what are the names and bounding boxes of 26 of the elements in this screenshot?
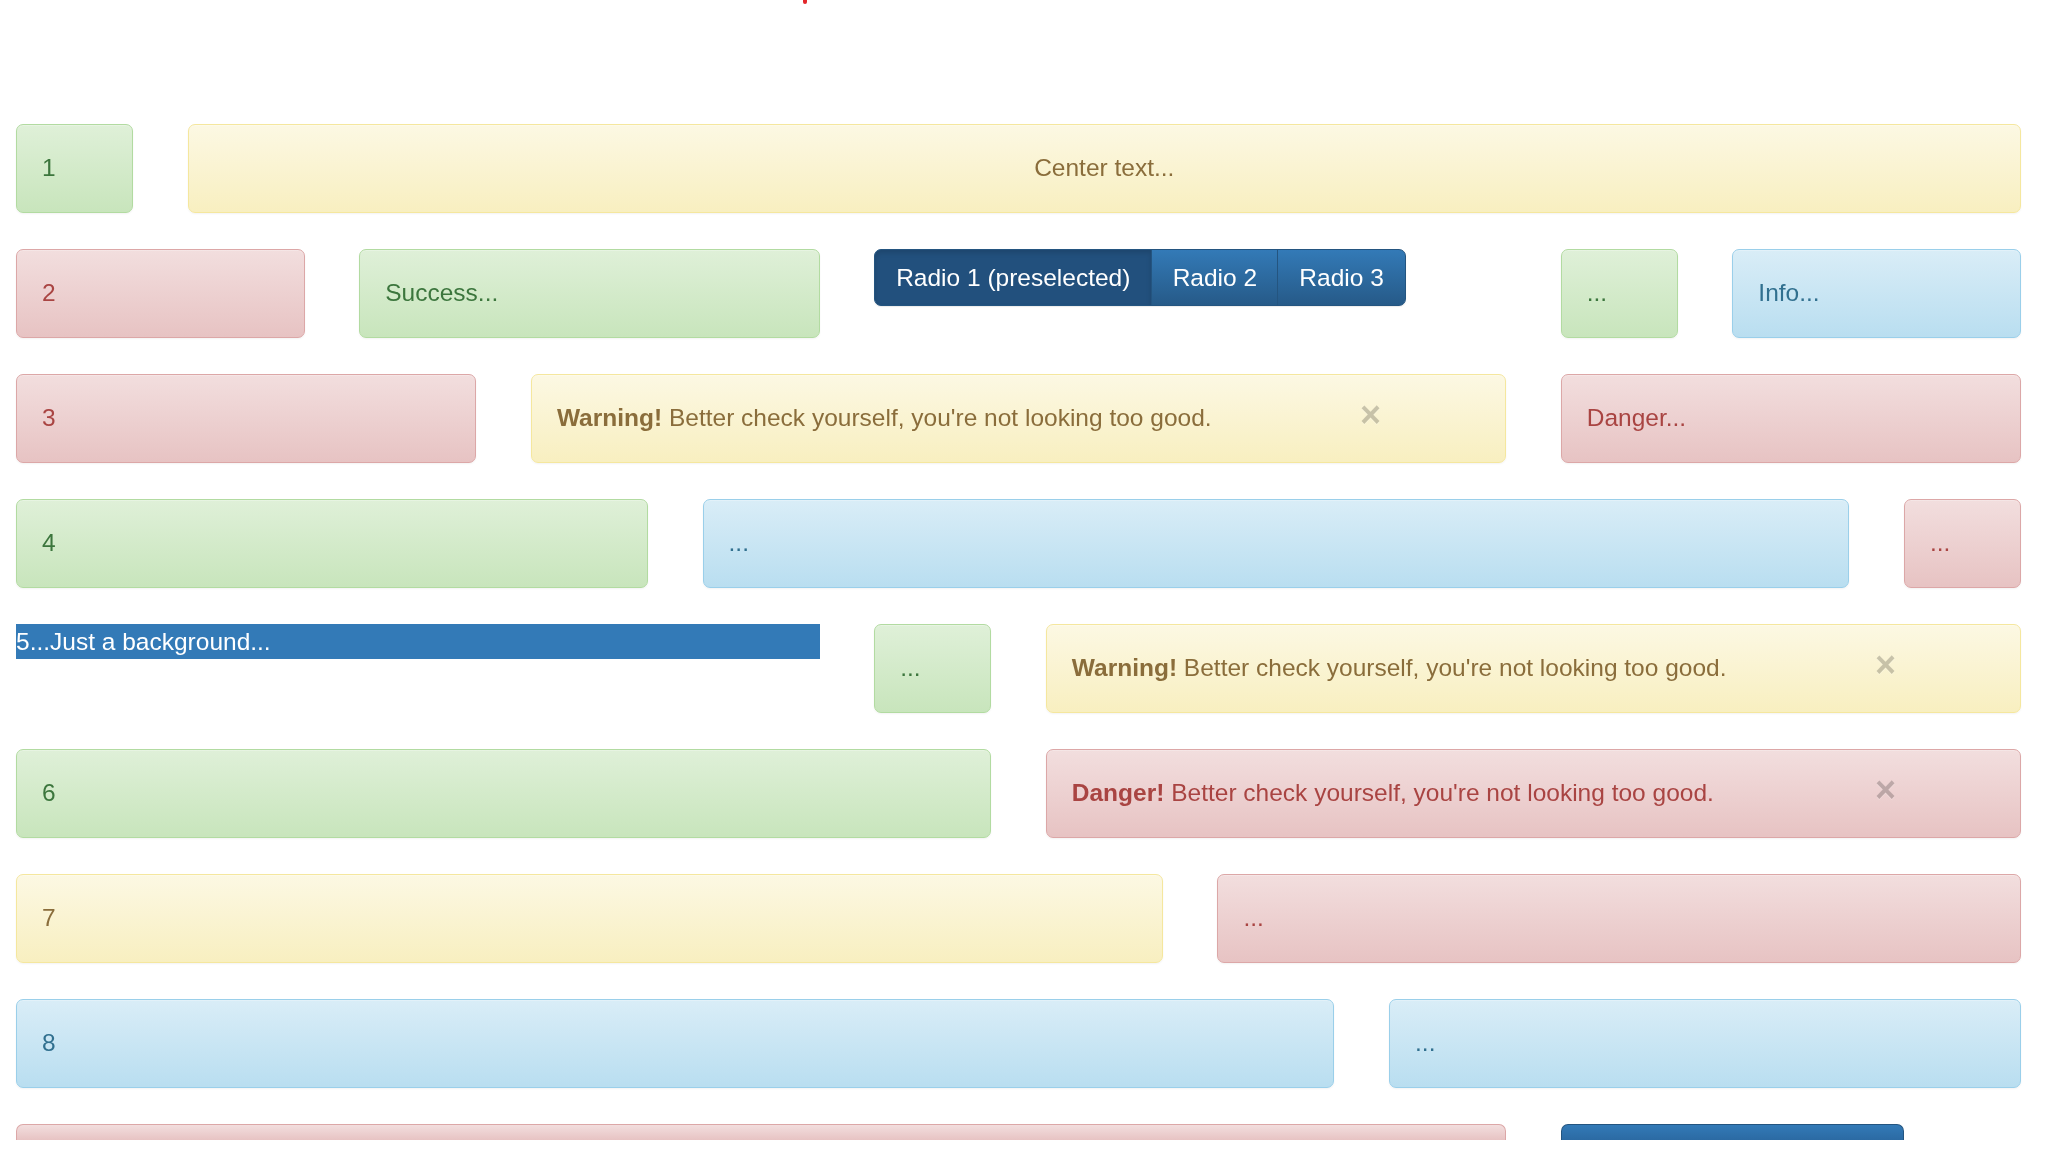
button[interactable] xyxy=(1560,1124,1904,1140)
alert: ... xyxy=(702,499,1850,588)
alert: 6 xyxy=(16,749,992,838)
alert: ... xyxy=(1560,249,1678,338)
alert: Success... xyxy=(359,249,820,338)
mark-icon xyxy=(803,0,807,4)
alert: 1 xyxy=(16,124,134,213)
alert: 4 xyxy=(16,499,648,588)
banner: 5...Just a background... xyxy=(16,624,820,659)
alert: ... xyxy=(1389,999,2021,1088)
alert-message: Warning! Better check yourself, you're not looking too good. xyxy=(556,403,1213,433)
alert: Info... xyxy=(1732,249,2021,338)
radio-button[interactable]: Radio 1 (preselected) xyxy=(874,249,1153,306)
alert: ... xyxy=(1217,874,2021,963)
alert: Danger... xyxy=(1560,374,2021,463)
radio-button[interactable]: Radio 2 xyxy=(1150,249,1280,306)
alert: Center text... xyxy=(187,124,2021,213)
alert: ... xyxy=(1903,499,2021,588)
alert: 7 xyxy=(16,874,1163,963)
alert: 2 xyxy=(16,249,305,338)
alert-message: Warning! Better check yourself, you're not looking too good. xyxy=(1071,653,1728,683)
alert: 8 xyxy=(16,999,1335,1088)
alert-message: Danger! Better check yourself, you're not looking too good. xyxy=(1071,778,1715,808)
alert: ... xyxy=(874,624,992,713)
radio-button[interactable]: Radio 3 xyxy=(1277,249,1406,306)
alert: 3 xyxy=(16,374,477,463)
